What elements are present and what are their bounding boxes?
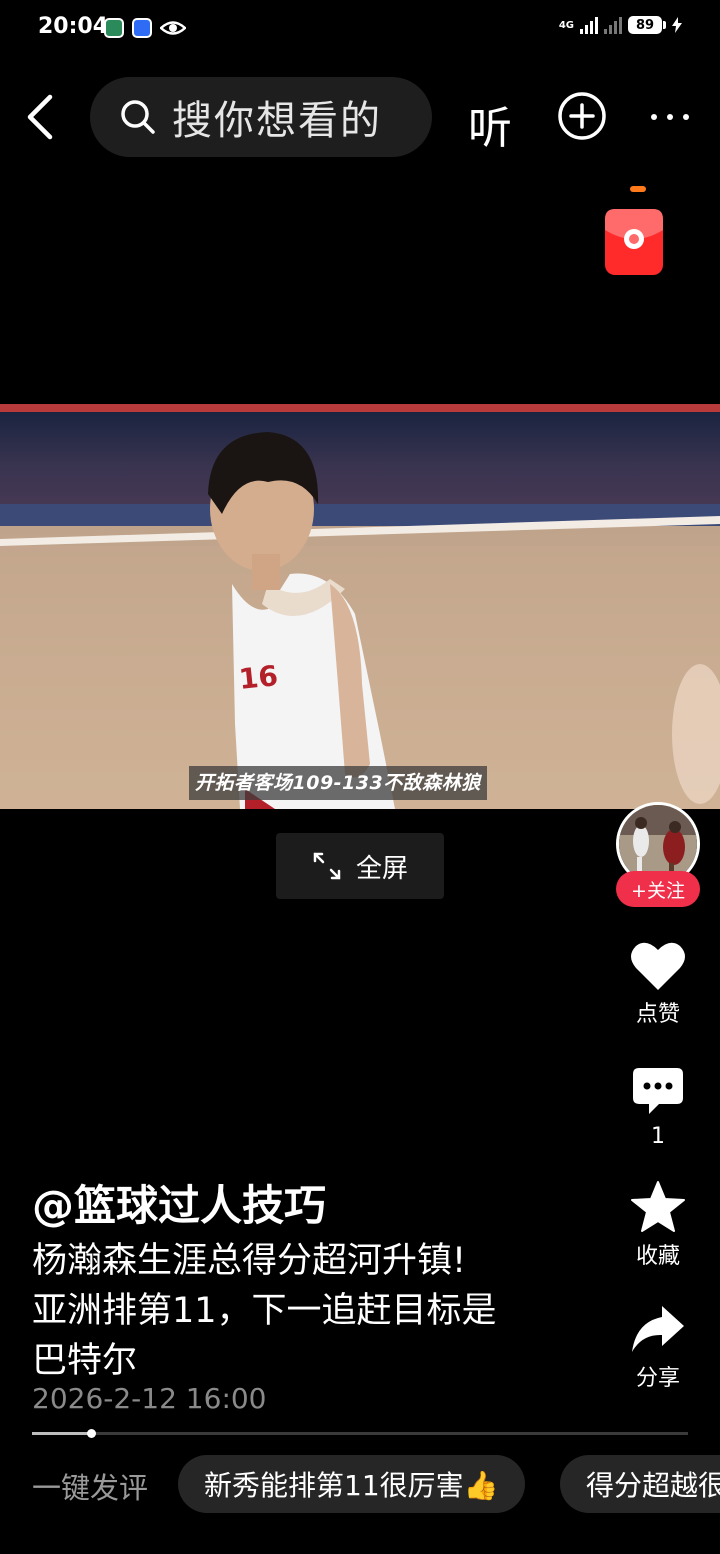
quick-comment-label: 一键发评 xyxy=(32,1471,149,1505)
post-date: 2026-2-12 16:00 xyxy=(32,1382,267,1415)
add-button[interactable] xyxy=(556,90,608,142)
star-icon xyxy=(631,1181,685,1232)
fullscreen-button[interactable]: 全屏 xyxy=(276,833,444,899)
app-notification-icon xyxy=(104,18,124,38)
fullscreen-label: 全屏 xyxy=(355,853,408,884)
status-time: 20:04 xyxy=(38,14,109,39)
listen-button[interactable]: 听 xyxy=(468,92,512,156)
heart-icon xyxy=(631,942,685,990)
quick-comment-chip[interactable]: 得分超越很 xyxy=(560,1455,720,1513)
jersey-number: 16 xyxy=(237,659,279,696)
battery-icon: 89 xyxy=(628,16,666,34)
share-label: 分享 xyxy=(635,1366,680,1391)
description-line: 巴特尔 xyxy=(32,1341,138,1381)
description-line: 亚洲排第11，下一追赶目标是 xyxy=(32,1291,497,1331)
signal-icon xyxy=(580,16,598,34)
eye-icon xyxy=(160,21,186,35)
search-placeholder: 搜你想看的 xyxy=(172,98,382,144)
status-notification-icons xyxy=(104,18,186,38)
comment-icon xyxy=(633,1068,683,1114)
video-frame-image: 16 xyxy=(0,404,720,809)
app-notification-icon xyxy=(132,18,152,38)
description-line: 杨瀚森生涯总得分超河升镇! xyxy=(32,1241,467,1281)
share-icon xyxy=(632,1306,684,1352)
quick-comment-chip[interactable]: 新秀能排第11很厉害👍 xyxy=(178,1455,525,1513)
author-name[interactable]: @篮球过人技巧 xyxy=(32,1172,326,1233)
video-description: 杨瀚森生涯总得分超河升镇! 亚洲排第11，下一追赶目标是 巴特尔 xyxy=(32,1236,572,1386)
favorite-label: 收藏 xyxy=(635,1244,680,1269)
search-bar[interactable]: 搜你想看的 xyxy=(90,77,432,157)
signal-icon-secondary xyxy=(604,16,622,34)
video-player[interactable]: 16 开拓者客场109-133不敌森林狼 xyxy=(0,404,720,809)
progress-bar[interactable] xyxy=(32,1432,688,1435)
comment-button[interactable]: 1 xyxy=(610,1066,706,1149)
share-button[interactable]: 分享 xyxy=(610,1304,706,1392)
fullscreen-icon xyxy=(313,852,341,880)
comment-count: 1 xyxy=(651,1124,665,1149)
like-label: 点赞 xyxy=(635,1002,680,1027)
favorite-button[interactable]: 收藏 xyxy=(610,1180,706,1270)
more-options-button[interactable] xyxy=(648,110,692,124)
like-button[interactable]: 点赞 xyxy=(610,940,706,1028)
status-system-icons: 4G 89 xyxy=(559,16,682,34)
charging-icon xyxy=(672,17,682,33)
video-subtitle: 开拓者客场109-133不敌森林狼 xyxy=(189,766,487,800)
search-icon xyxy=(121,100,155,134)
battery-level: 89 xyxy=(635,17,655,33)
follow-button[interactable]: +关注 xyxy=(616,871,700,907)
network-type: 4G xyxy=(558,19,574,31)
red-packet-icon[interactable] xyxy=(604,208,664,276)
progress-fill xyxy=(32,1432,91,1435)
progress-knob[interactable] xyxy=(87,1429,96,1438)
red-packet-indicator xyxy=(630,186,646,192)
back-button[interactable] xyxy=(22,93,66,141)
